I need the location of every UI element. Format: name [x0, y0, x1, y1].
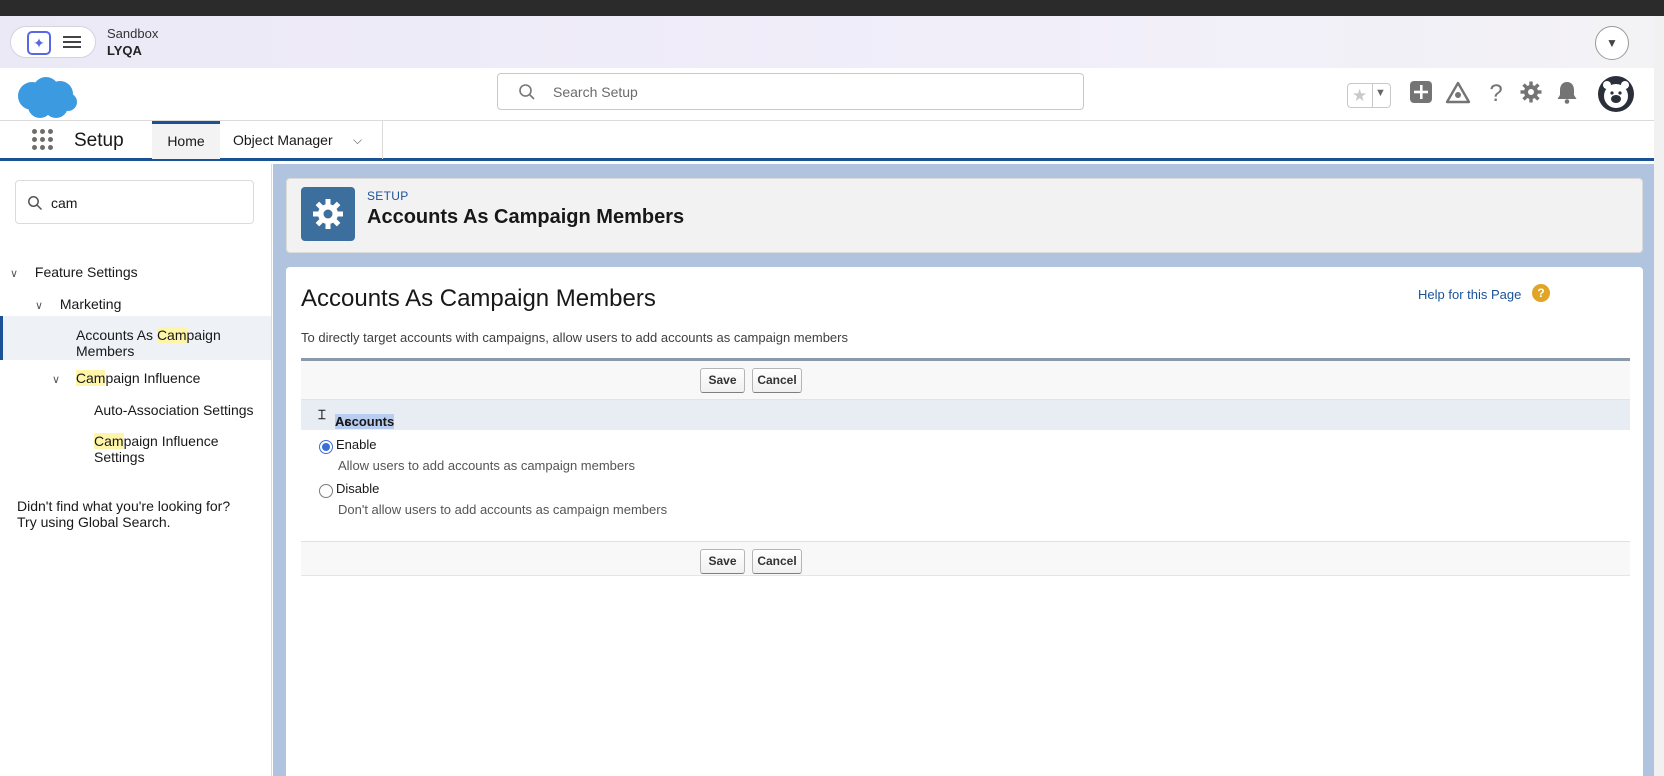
global-search-hint: Didn't find what you're looking for? Try… [17, 498, 230, 530]
tree-item-feature-settings[interactable]: ∨ Feature Settings [10, 264, 138, 282]
text-cursor-icon: ⌶ [318, 407, 326, 422]
tree-item-campaign-influence[interactable]: ∨ Campaign Influence [52, 370, 200, 388]
search-icon [519, 84, 535, 100]
salesforce-logo[interactable] [16, 76, 80, 120]
page-title: Accounts As Campaign Members [301, 285, 656, 312]
setup-sidebar: ∨ Feature Settings ∨ Marketing Accounts … [0, 164, 272, 776]
disable-label[interactable]: Disable [336, 481, 379, 496]
tree-item-label-line2: Members [76, 343, 135, 359]
window-right-edge [1654, 16, 1664, 776]
save-button-bottom[interactable]: Save [700, 549, 745, 574]
cancel-button[interactable]: Cancel [752, 368, 802, 393]
help-icon[interactable]: ? [1481, 80, 1511, 110]
trailhead-icon[interactable] [1443, 80, 1473, 110]
favorites-divider [1372, 84, 1373, 107]
search-match-highlight: Cam [156, 327, 187, 343]
hint-line-2: Try using Global Search. [17, 514, 171, 530]
settings-card: Accounts As Campaign Members Help for th… [286, 267, 1643, 776]
chevron-down-icon[interactable]: ∨ [35, 298, 49, 314]
salesforce-app: ✦ Sandbox LYQA ▼ Search Setup ★ ▼ ? Setu… [0, 16, 1654, 776]
hint-line-1: Didn't find what you're looking for? [17, 498, 231, 514]
tree-item-label: Marketing [59, 296, 122, 312]
help-question-icon[interactable]: ? [1532, 284, 1550, 302]
save-button[interactable]: Save [700, 368, 745, 393]
page-header-eyebrow: SETUP [367, 189, 409, 203]
notifications-bell-icon[interactable] [1552, 80, 1582, 110]
tree-item-label-line2: Settings [94, 449, 145, 465]
search-match-highlight: Cam [94, 433, 124, 449]
tree-item-label: paign Influence [105, 370, 201, 386]
top-button-row: Save Cancel [301, 361, 1630, 399]
tree-item-label: paign Influence [123, 433, 219, 449]
menu-icon[interactable] [63, 33, 81, 51]
enable-radio[interactable] [319, 440, 333, 454]
app-navigation-bar: Setup Home Object Manager ⌵ [0, 120, 1654, 161]
tree-item-accounts-as-campaign-members[interactable]: Accounts As Campaign Members [76, 327, 221, 359]
tree-item-marketing[interactable]: ∨ Marketing [35, 296, 121, 314]
gear-icon[interactable] [1516, 80, 1546, 110]
sandbox-org-name: LYQA [107, 43, 142, 58]
tab-object-manager-label: Object Manager [233, 132, 333, 148]
quick-find-input[interactable] [51, 194, 241, 212]
sandbox-banner: ✦ Sandbox LYQA ▼ [0, 16, 1654, 68]
global-search[interactable] [497, 73, 1084, 110]
favorites-button[interactable]: ★ ▼ [1347, 83, 1391, 108]
quick-find-box[interactable] [15, 180, 254, 224]
chevron-down-icon[interactable]: ⌵ [353, 121, 362, 159]
app-name: Setup [74, 130, 124, 151]
chevron-down-icon[interactable]: ▼ [1375, 87, 1386, 99]
chevron-down-icon[interactable]: ∨ [10, 266, 24, 282]
tree-item-label-post: paign [186, 327, 221, 343]
tree-item-campaign-influence-settings[interactable]: Campaign Influence Settings [94, 433, 219, 465]
cancel-button-bottom[interactable]: Cancel [752, 549, 802, 574]
section-header: Accounts As Campaign Members ⌶ [301, 399, 1630, 459]
page-header-title: Accounts As Campaign Members [367, 206, 685, 228]
tab-object-manager[interactable]: Object Manager ⌵ [220, 121, 383, 159]
tab-home[interactable]: Home [152, 121, 220, 159]
add-icon[interactable] [1406, 80, 1436, 110]
star-icon[interactable]: ★ [1352, 86, 1367, 106]
enable-help-text: Allow users to add accounts as campaign … [338, 458, 635, 473]
global-header: ★ ▼ ? [0, 68, 1654, 120]
edit-form: Save Cancel Accounts As Campaign Members… [301, 358, 1630, 576]
sandbox-dropdown-button[interactable]: ▼ [1595, 26, 1629, 60]
disable-help-text: Don't allow users to add accounts as cam… [338, 502, 668, 517]
search-input[interactable] [553, 82, 1053, 102]
page-description: To directly target accounts with campaig… [301, 330, 848, 345]
help-for-this-page-link[interactable]: Help for this Page [1418, 287, 1521, 302]
bottom-button-row: Save Cancel [301, 541, 1630, 579]
tree-item-auto-association-settings[interactable]: Auto-Association Settings [94, 402, 254, 418]
chevron-down-icon[interactable]: ∨ [52, 372, 66, 388]
window-top-strip [0, 0, 1664, 16]
tree-item-label-pre: Accounts As [76, 327, 157, 343]
setup-gear-icon [301, 187, 355, 241]
page-header: SETUP Accounts As Campaign Members [286, 178, 1643, 253]
sparkle-icon[interactable]: ✦ [27, 31, 51, 55]
app-launcher-icon[interactable] [32, 129, 54, 151]
user-avatar[interactable] [1598, 76, 1634, 112]
search-match-highlight: Cam [75, 370, 106, 386]
tree-item-label: Feature Settings [34, 264, 138, 280]
options-area: Enable Allow users to add accounts as ca… [301, 430, 1630, 541]
setup-content-area: SETUP Accounts As Campaign Members Accou… [273, 164, 1654, 776]
enable-label[interactable]: Enable [336, 437, 376, 452]
search-icon [28, 196, 43, 211]
sandbox-label: Sandbox [107, 26, 159, 41]
assistant-pill[interactable]: ✦ [10, 26, 96, 58]
disable-radio[interactable] [319, 484, 333, 498]
tree-item-label: Auto-Association Settings [94, 402, 254, 418]
